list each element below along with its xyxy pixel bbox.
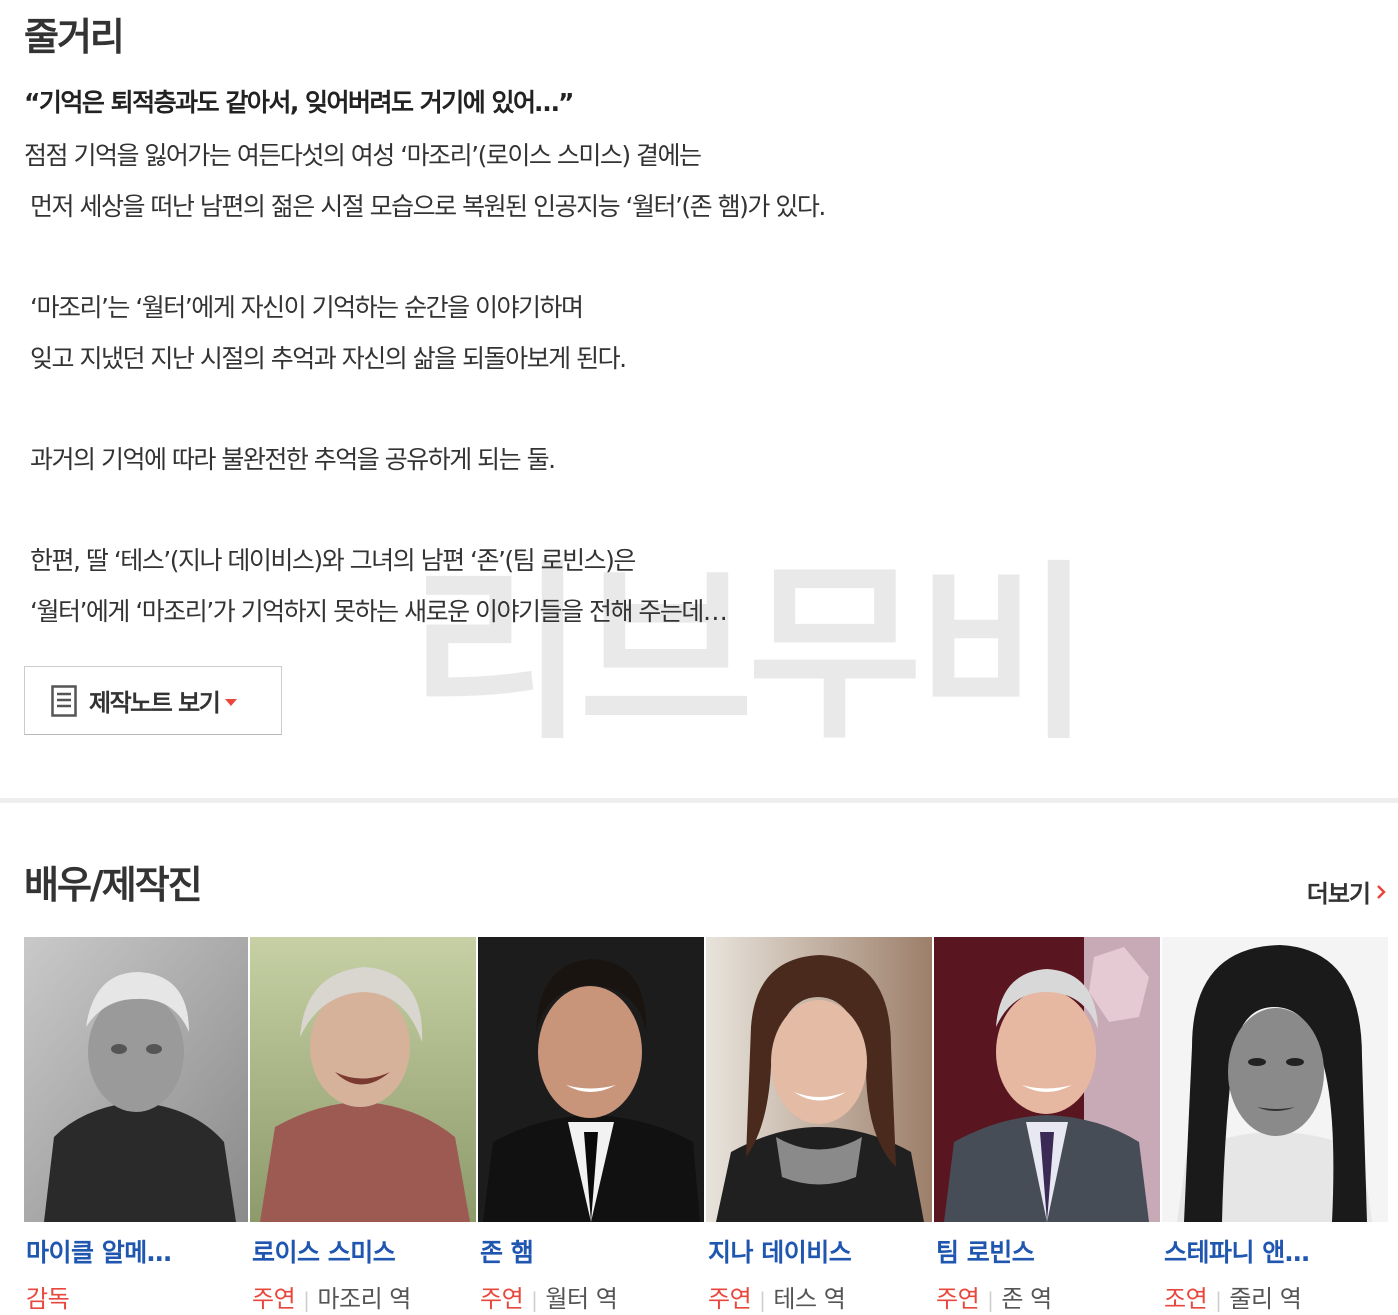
cast-role-line: 주연 | 존 역 <box>936 1279 1052 1314</box>
cast-name[interactable]: 마이클 알메… <box>26 1233 172 1269</box>
more-label: 더보기 <box>1306 880 1371 908</box>
production-notes-button[interactable]: 제작노트 보기 <box>24 666 282 735</box>
cast-section-title: 배우/제작진 <box>24 863 203 907</box>
cast-card[interactable]: 팀 로빈스 주연 | 존 역 <box>934 937 1160 1315</box>
chevron-right-icon <box>1377 884 1386 899</box>
cast-role: 주연 <box>708 1285 752 1313</box>
cast-character: 테스 역 <box>773 1285 846 1313</box>
synopsis-line: 먼저 세상을 떠난 남편의 젊은 시절 모습으로 복원된 인공지능 ‘월터’(존… <box>30 192 826 221</box>
cast-name[interactable]: 스테파니 앤… <box>1164 1233 1310 1269</box>
cast-photo[interactable] <box>478 937 704 1222</box>
synopsis-line: 잊고 지냈던 지난 시절의 추억과 자신의 삶을 되돌아보게 된다. <box>30 344 627 373</box>
cast-role-line: 주연 | 월터 역 <box>480 1279 618 1314</box>
synopsis-line: ‘월터’에게 ‘마조리’가 기억하지 못하는 새로운 이야기들을 전해 주는데… <box>30 597 728 626</box>
separator: | <box>1215 1288 1222 1312</box>
cast-photo[interactable] <box>706 937 932 1222</box>
cast-card[interactable]: 로이스 스미스 주연 | 마조리 역 <box>250 937 476 1315</box>
synopsis-line: 한편, 딸 ‘테스’(지나 데이비스)와 그녀의 남편 ‘존’(팀 로빈스)은 <box>30 546 636 575</box>
cast-name[interactable]: 로이스 스미스 <box>252 1233 396 1269</box>
cast-photo[interactable] <box>1162 937 1388 1222</box>
cast-list: 마이클 알메… 감독 로이스 스미스 주연 | 마조리 역 존 햄 주연 | 월… <box>24 937 1388 1315</box>
cast-name[interactable]: 존 햄 <box>480 1233 534 1269</box>
separator: | <box>987 1288 994 1312</box>
cast-card[interactable]: 스테파니 앤… 조연 | 줄리 역 <box>1162 937 1388 1315</box>
cast-role: 감독 <box>26 1285 70 1313</box>
cast-role: 조연 <box>1164 1285 1208 1313</box>
cast-role: 주연 <box>480 1285 524 1313</box>
production-notes-label: 제작노트 보기 <box>89 689 221 717</box>
caret-down-icon <box>225 698 238 706</box>
cast-photo[interactable] <box>24 937 248 1222</box>
document-icon <box>51 684 77 717</box>
cast-role-line: 주연 | 마조리 역 <box>252 1279 411 1314</box>
cast-role-line: 조연 | 줄리 역 <box>1164 1279 1302 1314</box>
cast-name[interactable]: 지나 데이비스 <box>708 1233 852 1269</box>
separator: | <box>303 1288 310 1312</box>
section-divider <box>0 798 1398 803</box>
cast-character: 월터 역 <box>545 1285 618 1313</box>
more-link[interactable]: 더보기 <box>1307 874 1386 909</box>
cast-role: 주연 <box>252 1285 296 1313</box>
separator: | <box>531 1288 538 1312</box>
cast-card[interactable]: 지나 데이비스 주연 | 테스 역 <box>706 937 932 1315</box>
cast-photo[interactable] <box>934 937 1160 1222</box>
cast-card[interactable]: 존 햄 주연 | 월터 역 <box>478 937 704 1315</box>
cast-role-line: 주연 | 테스 역 <box>708 1279 846 1314</box>
synopsis-line: ‘마조리’는 ‘월터’에게 자신이 기억하는 순간을 이야기하며 <box>30 293 584 322</box>
cast-name[interactable]: 팀 로빈스 <box>936 1233 1035 1269</box>
synopsis-tagline: “기억은 퇴적층과도 같아서, 잊어버려도 거기에 있어…” <box>24 88 574 117</box>
synopsis-line: 과거의 기억에 따라 불완전한 추억을 공유하게 되는 둘. <box>30 445 556 474</box>
cast-character: 마조리 역 <box>317 1285 411 1313</box>
cast-character: 줄리 역 <box>1229 1285 1302 1313</box>
separator: | <box>759 1288 766 1312</box>
cast-role: 주연 <box>936 1285 980 1313</box>
cast-role-line: 감독 <box>26 1279 70 1314</box>
cast-character: 존 역 <box>1001 1285 1052 1313</box>
synopsis-body: “기억은 퇴적층과도 같아서, 잊어버려도 거기에 있어…” 점점 기억을 잃어… <box>24 80 1024 637</box>
cast-photo[interactable] <box>250 937 476 1222</box>
synopsis-title: 줄거리 <box>24 15 125 59</box>
cast-card[interactable]: 마이클 알메… 감독 <box>24 937 248 1315</box>
synopsis-line: 점점 기억을 잃어가는 여든다섯의 여성 ‘마조리’(로이스 스미스) 곁에는 <box>24 141 702 170</box>
